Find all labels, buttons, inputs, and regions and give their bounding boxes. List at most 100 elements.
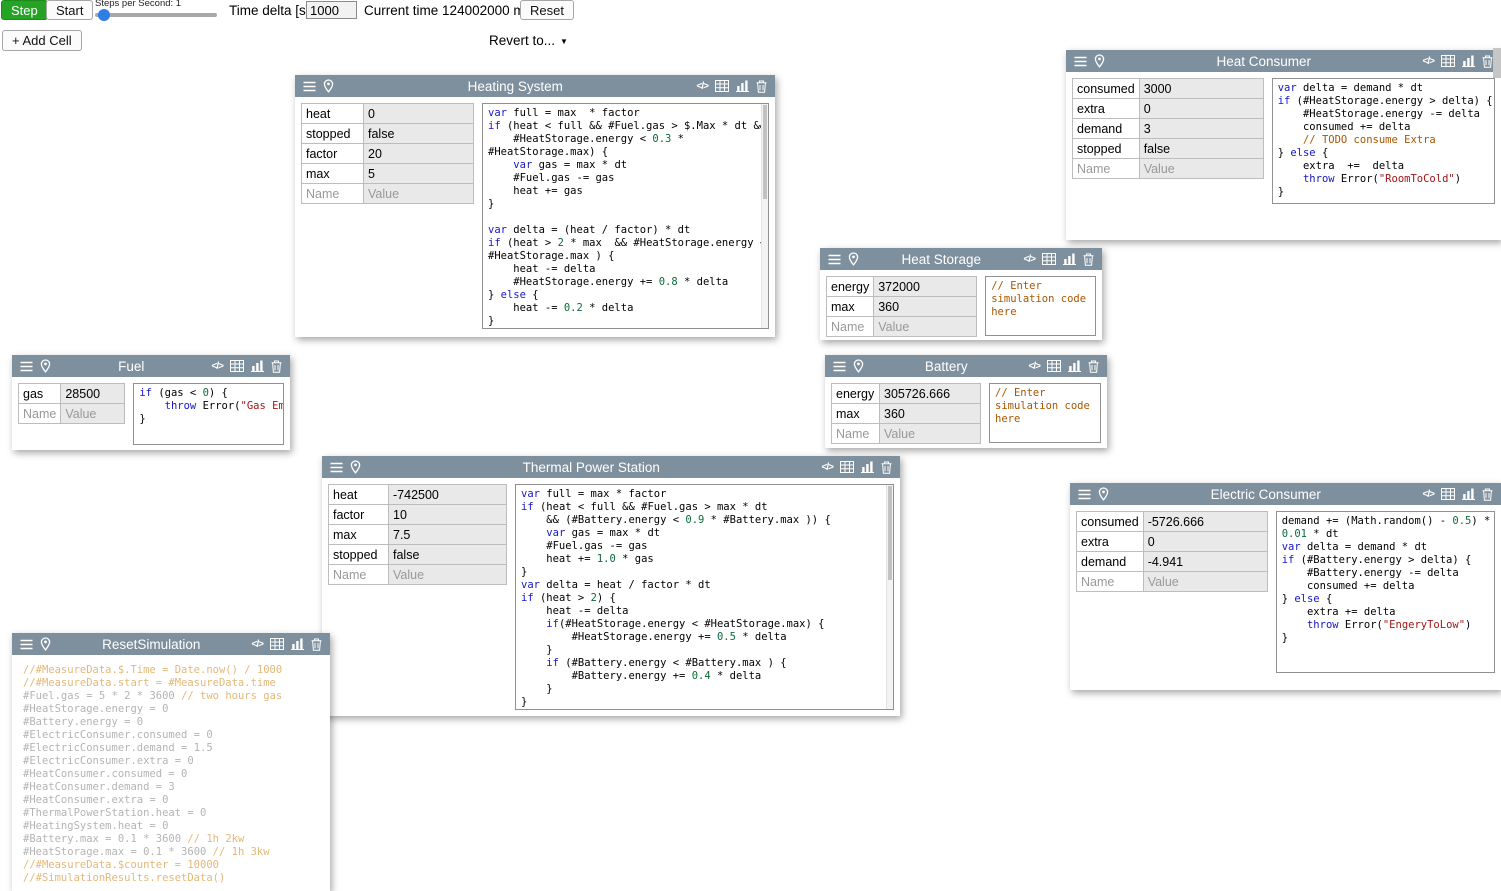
var-value-cell[interactable]: 0 [1143, 532, 1267, 552]
add-cell-button[interactable]: + Add Cell [2, 30, 82, 51]
var-name-cell[interactable]: Name [1077, 572, 1144, 592]
panel-header[interactable]: Battery </> [825, 355, 1107, 377]
code-scrollbar[interactable] [886, 485, 893, 709]
var-value-cell[interactable]: Value [364, 184, 474, 204]
delete-cell-icon[interactable] [311, 638, 322, 651]
var-value-cell[interactable]: 20 [364, 144, 474, 164]
var-value-cell[interactable]: 3 [1139, 119, 1263, 139]
code-text[interactable]: if (gas < 0) { throw Error("Gas Empty")} [134, 384, 283, 429]
var-name-cell[interactable]: gas [19, 384, 61, 404]
code-editor[interactable]: demand += (Math.random() - 0.5) *0.01 * … [1276, 511, 1495, 673]
code-editor[interactable]: // Enter simulation code here [989, 383, 1101, 443]
table-view-icon[interactable] [840, 461, 854, 473]
var-name-cell[interactable]: Name [827, 317, 874, 337]
var-name-cell[interactable]: factor [329, 505, 389, 525]
table-view-icon[interactable] [270, 638, 284, 650]
pin-icon[interactable] [323, 79, 334, 93]
pin-icon[interactable] [40, 637, 51, 651]
menu-icon[interactable] [303, 81, 316, 92]
step-button[interactable]: Step [1, 0, 48, 20]
panel-header[interactable]: Thermal Power Station </> [322, 456, 900, 478]
table-view-icon[interactable] [1441, 488, 1455, 500]
var-name-cell[interactable]: extra [1077, 532, 1144, 552]
panel-header[interactable]: Fuel </> [12, 355, 290, 377]
code-editor[interactable]: var full = max * factorif (heat < full &… [515, 484, 894, 710]
code-text[interactable]: demand += (Math.random() - 0.5) *0.01 * … [1277, 512, 1494, 648]
table-view-icon[interactable] [715, 80, 729, 92]
var-name-cell[interactable]: stopped [302, 124, 364, 144]
chart-view-icon[interactable] [291, 638, 304, 650]
var-value-cell[interactable]: -742500 [389, 485, 507, 505]
time-delta-input[interactable] [306, 1, 357, 19]
code-view-icon[interactable]: </> [212, 361, 223, 372]
var-value-cell[interactable]: false [364, 124, 474, 144]
chart-view-icon[interactable] [736, 80, 749, 92]
var-name-cell[interactable]: Name [832, 424, 880, 444]
var-value-cell[interactable]: -4.941 [1143, 552, 1267, 572]
pin-icon[interactable] [1098, 487, 1109, 501]
code-text[interactable]: var full = max * factorif (heat < full &… [483, 104, 768, 329]
var-name-cell[interactable]: stopped [329, 545, 389, 565]
slider-thumb[interactable] [98, 9, 110, 21]
var-name-cell[interactable]: Name [329, 565, 389, 585]
code-view-icon[interactable]: </> [697, 81, 708, 92]
var-name-cell[interactable]: max [832, 404, 880, 424]
table-view-icon[interactable] [1441, 55, 1455, 67]
var-value-cell[interactable]: 5 [364, 164, 474, 184]
code-editor[interactable]: var delta = demand * dtif (#HeatStorage.… [1272, 78, 1495, 204]
reset-button[interactable]: Reset [520, 0, 574, 20]
menu-icon[interactable] [1074, 56, 1087, 67]
chart-view-icon[interactable] [1462, 488, 1475, 500]
var-value-cell[interactable]: 360 [880, 404, 981, 424]
var-value-cell[interactable]: Value [874, 317, 977, 337]
start-button[interactable]: Start [46, 0, 93, 20]
code-editor[interactable]: var full = max * factorif (heat < full &… [482, 103, 769, 329]
pin-icon[interactable] [350, 460, 361, 474]
var-value-cell[interactable]: false [389, 545, 507, 565]
code-view-icon[interactable]: </> [1024, 254, 1035, 265]
var-name-cell[interactable]: extra [1073, 99, 1140, 119]
revert-to-dropdown[interactable]: Revert to... ▼ [489, 33, 568, 48]
page-scrollbar[interactable] [1493, 48, 1501, 78]
pin-icon[interactable] [848, 252, 859, 266]
var-name-cell[interactable]: Name [302, 184, 364, 204]
delete-cell-icon[interactable] [1088, 360, 1099, 373]
var-name-cell[interactable]: Name [1073, 159, 1140, 179]
delete-cell-icon[interactable] [881, 461, 892, 474]
var-value-cell[interactable]: 0 [1139, 99, 1263, 119]
table-view-icon[interactable] [230, 360, 244, 372]
code-text[interactable]: //#MeasureData.$.Time = Date.now() / 100… [18, 661, 324, 888]
var-name-cell[interactable]: max [302, 164, 364, 184]
code-editor[interactable]: // Enter simulation code here [985, 276, 1096, 336]
menu-icon[interactable] [828, 254, 841, 265]
var-name-cell[interactable]: Name [19, 404, 61, 424]
menu-icon[interactable] [330, 462, 343, 473]
var-value-cell[interactable]: 28500 [61, 384, 125, 404]
var-value-cell[interactable]: false [1139, 139, 1263, 159]
var-value-cell[interactable]: 305726.666 [880, 384, 981, 404]
var-name-cell[interactable]: heat [329, 485, 389, 505]
pin-icon[interactable] [40, 359, 51, 373]
var-value-cell[interactable]: Value [389, 565, 507, 585]
var-value-cell[interactable]: Value [61, 404, 125, 424]
var-value-cell[interactable]: -5726.666 [1143, 512, 1267, 532]
code-view-icon[interactable]: </> [1423, 489, 1434, 500]
code-scrollbar-thumb[interactable] [763, 105, 767, 199]
var-name-cell[interactable]: factor [302, 144, 364, 164]
chart-view-icon[interactable] [1068, 360, 1081, 372]
var-name-cell[interactable]: heat [302, 104, 364, 124]
menu-icon[interactable] [20, 639, 33, 650]
var-value-cell[interactable]: 10 [389, 505, 507, 525]
panel-header[interactable]: Electric Consumer </> [1070, 483, 1501, 505]
menu-icon[interactable] [833, 361, 846, 372]
var-name-cell[interactable]: demand [1077, 552, 1144, 572]
chart-view-icon[interactable] [1063, 253, 1076, 265]
var-value-cell[interactable]: 372000 [874, 277, 977, 297]
pin-icon[interactable] [853, 359, 864, 373]
var-name-cell[interactable]: energy [827, 277, 874, 297]
var-name-cell[interactable]: max [329, 525, 389, 545]
var-value-cell[interactable]: 360 [874, 297, 977, 317]
code-editor[interactable]: if (gas < 0) { throw Error("Gas Empty")} [133, 383, 284, 445]
code-scrollbar-thumb[interactable] [888, 486, 892, 580]
code-text[interactable]: // Enter simulation code here [986, 277, 1095, 322]
